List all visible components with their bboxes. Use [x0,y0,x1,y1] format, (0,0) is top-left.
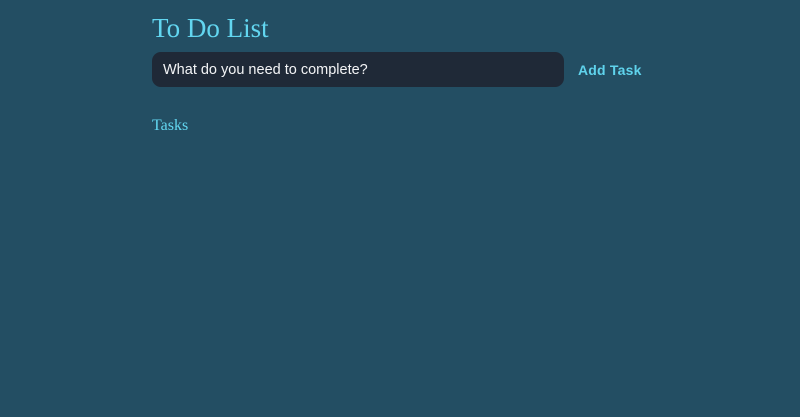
new-task-form: Add Task [152,52,652,87]
new-task-input[interactable] [152,52,564,87]
add-task-button[interactable]: Add Task [578,52,642,87]
tasks-heading: Tasks [152,117,189,134]
todo-app: To Do List Add Task Tasks [152,0,652,417]
page-title: To Do List [152,13,269,43]
